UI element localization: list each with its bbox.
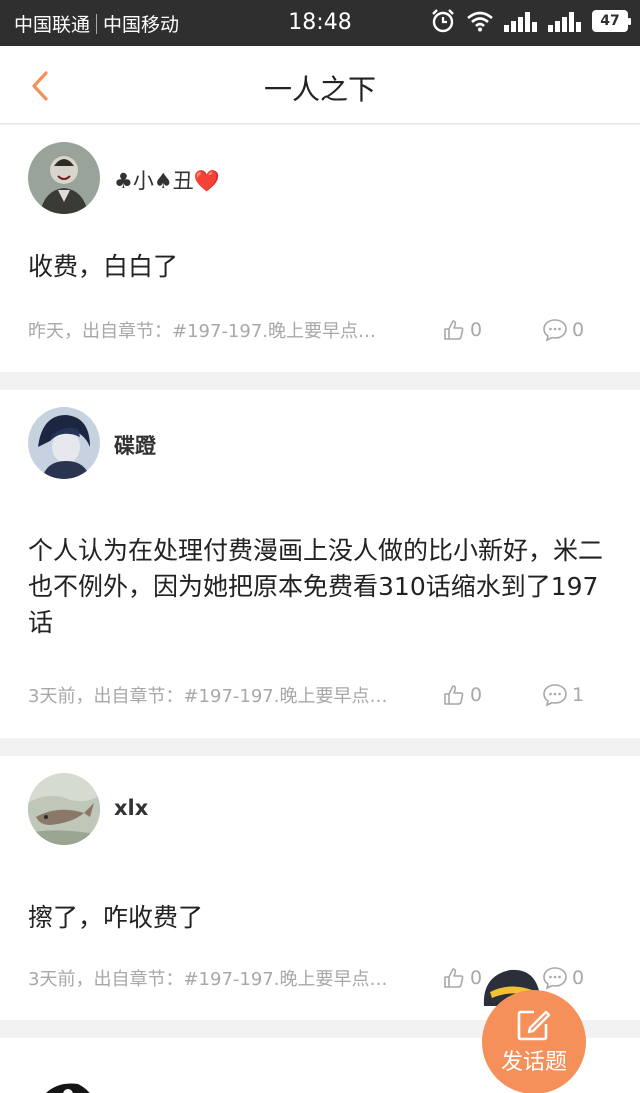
post-meta: 昨天，出自章节：#197-197.晚上要早点… 0 0 [28, 315, 612, 345]
fab-label: 发话题 [500, 1050, 567, 1075]
post-source[interactable]: 3天前，出自章节：#197-197.晚上要早点… [28, 965, 438, 991]
post-topic-button[interactable]: 发话题 [482, 990, 586, 1093]
post-source[interactable]: 3天前，出自章节：#197-197.晚上要早点… [28, 682, 438, 708]
thumbs-up-icon [444, 685, 464, 705]
battery-indicator: 47 [592, 10, 631, 32]
like-count: 0 [470, 319, 483, 341]
post-card[interactable]: ♣小♠丑❤️ 收费，白白了 昨天，出自章节：#197-197.晚上要早点… 0 … [0, 125, 640, 372]
username[interactable]: 碟蹬 [114, 430, 156, 460]
like-button[interactable]: 0 [442, 683, 482, 707]
page-title: 一人之下 [263, 73, 376, 106]
post-content: 擦了，咋收费了 [28, 903, 204, 932]
comment-icon [543, 319, 567, 342]
avatar[interactable] [28, 773, 100, 845]
like-count: 0 [470, 684, 483, 706]
status-icons: 47 [430, 8, 631, 34]
comment-count: 0 [572, 319, 585, 341]
signal-1-icon [504, 12, 537, 32]
post-content: 个人认为在处理付费漫画上没人做的比小新好，米二也不例外，因为她把原本免费看310… [28, 536, 604, 637]
like-button[interactable]: 0 [442, 318, 482, 342]
like-button[interactable]: 0 [442, 966, 482, 990]
comment-button[interactable]: 0 [542, 318, 584, 342]
edit-icon [517, 1010, 551, 1041]
thumbs-up-icon [444, 968, 464, 988]
post-meta: 3天前，出自章节：#197-197.晚上要早点… 0 1 [28, 680, 612, 710]
post-source[interactable]: 昨天，出自章节：#197-197.晚上要早点… [28, 317, 438, 343]
comment-count: 1 [572, 684, 585, 706]
app-header: 一人之下 [0, 46, 640, 124]
comment-button[interactable]: 1 [542, 683, 584, 707]
signal-2-icon [548, 12, 581, 32]
wifi-icon [467, 11, 493, 32]
thumbs-up-icon [444, 320, 464, 340]
status-bar: 中国联通 中国移动 18:48 47 [0, 0, 640, 46]
username[interactable]: xlx [114, 796, 148, 820]
avatar[interactable] [28, 142, 100, 214]
post-content: 收费，白白了 [28, 252, 179, 281]
topic-feed: ♣小♠丑❤️ 收费，白白了 昨天，出自章节：#197-197.晚上要早点… 0 … [0, 125, 640, 1093]
post-topic-fab[interactable]: 发话题 [478, 966, 590, 1093]
post-card[interactable]: 碟蹬 个人认为在处理付费漫画上没人做的比小新好，米二也不例外，因为她把原本免费看… [0, 390, 640, 738]
alarm-icon [432, 9, 454, 33]
avatar[interactable] [28, 407, 100, 479]
comment-icon [543, 684, 567, 707]
avatar[interactable] [28, 1074, 100, 1093]
username[interactable]: ♣小♠丑❤️ [114, 165, 220, 195]
